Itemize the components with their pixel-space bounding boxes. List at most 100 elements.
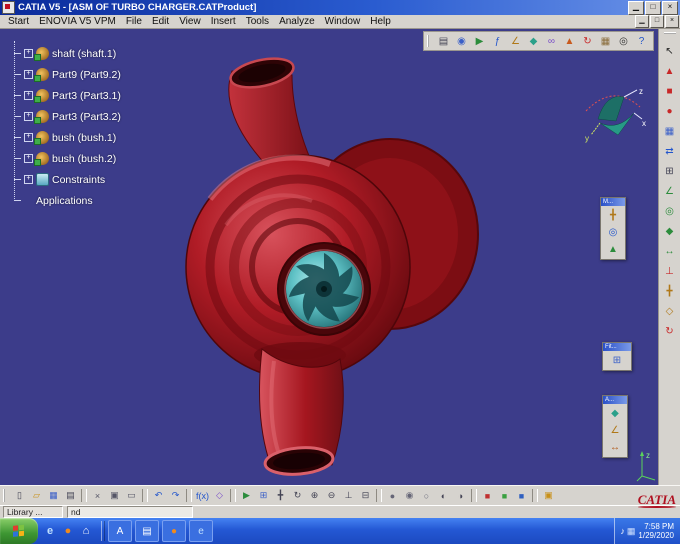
manipulation-icon[interactable]: ╋ xyxy=(662,283,678,299)
tree-item-label[interactable]: Part3 (Part3.2) xyxy=(52,111,121,123)
coincidence-constraint-icon[interactable]: ◎ xyxy=(662,203,678,219)
replace-component-icon[interactable]: ⇄ xyxy=(662,143,678,159)
offset-constraint-icon[interactable]: ↔ xyxy=(662,243,678,259)
library-status[interactable]: Library ... xyxy=(3,506,63,518)
measure-between-icon[interactable]: ∠ xyxy=(607,422,624,439)
menu-item[interactable]: Help xyxy=(365,15,396,29)
snap-icon[interactable]: ◎ xyxy=(605,224,622,241)
tree-item-label[interactable]: Part3 (Part3.1) xyxy=(52,90,121,102)
fix-component-icon[interactable]: ⊥ xyxy=(662,263,678,279)
tree-item-label[interactable]: Constraints xyxy=(52,174,105,186)
taskbar-clock[interactable]: 7:58 PM 1/29/2020 xyxy=(638,522,674,540)
tree-item[interactable]: Part3 (Part3.2) xyxy=(14,106,121,127)
tree-expander-icon[interactable] xyxy=(24,154,33,163)
shaded-view-icon[interactable]: ● xyxy=(384,488,401,504)
tree-expander-icon[interactable] xyxy=(24,133,33,142)
fly-mode-icon[interactable]: ▶ xyxy=(238,488,255,504)
new-part-icon[interactable]: ● xyxy=(662,103,678,119)
rotate-icon[interactable]: ↻ xyxy=(289,488,306,504)
redo-icon[interactable]: ↷ xyxy=(167,488,184,504)
menu-item[interactable]: View xyxy=(174,15,206,29)
swap-visible-space-icon[interactable]: ◑ xyxy=(452,488,469,504)
firefox-taskbar-icon[interactable]: ● xyxy=(162,520,186,542)
graph-tree-reordering-icon[interactable]: ⊞ xyxy=(662,163,678,179)
blue-properties-icon[interactable]: ■ xyxy=(513,488,530,504)
link-manager-icon[interactable]: ∞ xyxy=(543,33,560,50)
tree-item-label[interactable]: bush (bush.2) xyxy=(52,153,116,165)
menu-item[interactable]: Tools xyxy=(241,15,274,29)
firefox-icon[interactable]: ● xyxy=(60,523,76,539)
tree-item[interactable]: bush (bush.1) xyxy=(14,127,121,148)
wireframe-view-icon[interactable]: ○ xyxy=(418,488,435,504)
title-bar[interactable]: CATIA V5 - [ASM OF TURBO CHARGER.CATProd… xyxy=(0,0,680,15)
macro-icon[interactable]: ◇ xyxy=(211,488,228,504)
tree-expander-icon[interactable] xyxy=(24,91,33,100)
new-document-icon[interactable]: ▯ xyxy=(11,488,28,504)
new-product-icon[interactable]: ▲ xyxy=(662,63,678,79)
existing-component-icon[interactable]: ▦ xyxy=(662,123,678,139)
app-a-taskbar-icon[interactable]: A xyxy=(108,520,132,542)
red-properties-icon[interactable]: ■ xyxy=(479,488,496,504)
show-desktop-icon[interactable]: ⌂ xyxy=(78,523,94,539)
menu-item[interactable]: Insert xyxy=(206,15,241,29)
menu-item[interactable]: File xyxy=(121,15,147,29)
mdi-restore-button[interactable]: □ xyxy=(650,15,664,28)
floating-toolbar-title[interactable]: A... xyxy=(603,396,627,404)
smart-move-icon[interactable]: ▲ xyxy=(605,241,622,258)
menu-item[interactable]: Start xyxy=(3,15,34,29)
command-input[interactable]: nd xyxy=(67,506,193,518)
tree-expander-icon[interactable] xyxy=(24,49,33,58)
fly-mode-icon[interactable]: ▶ xyxy=(471,33,488,50)
menu-item[interactable]: Analyze xyxy=(274,15,320,29)
menu-item[interactable]: ENOVIA V5 VPM xyxy=(34,15,121,29)
zoom-in-icon[interactable]: ⊕ xyxy=(306,488,323,504)
volume-icon[interactable]: ♪ xyxy=(620,526,625,537)
paste-icon[interactable]: ▭ xyxy=(123,488,140,504)
tree-item[interactable]: Constraints xyxy=(14,169,121,190)
new-component-icon[interactable]: ■ xyxy=(662,83,678,99)
cut-icon[interactable]: × xyxy=(89,488,106,504)
tree-item-label[interactable]: Part9 (Part9.2) xyxy=(52,69,121,81)
open-icon[interactable]: ▱ xyxy=(28,488,45,504)
apply-material-icon[interactable]: ◆ xyxy=(607,405,624,422)
mdi-close-button[interactable]: × xyxy=(665,15,679,28)
3d-compass[interactable]: z x y xyxy=(580,85,646,143)
internet-explorer-taskbar-icon[interactable]: e xyxy=(189,520,213,542)
normal-view-icon[interactable]: ⊥ xyxy=(340,488,357,504)
fit-all-in-icon[interactable]: ⊞ xyxy=(255,488,272,504)
search-icon[interactable]: ◎ xyxy=(615,33,632,50)
viewport-3d[interactable]: shaft (shaft.1) Part9 (Part9.2) Part3 (P… xyxy=(0,29,680,485)
explode-icon[interactable]: ◇ xyxy=(662,303,678,319)
update-icon[interactable]: ↻ xyxy=(579,33,596,50)
internet-explorer-icon[interactable]: e xyxy=(42,523,58,539)
tree-item[interactable]: Part9 (Part9.2) xyxy=(14,64,121,85)
constraint-angle-icon[interactable]: ∠ xyxy=(662,183,678,199)
help-icon[interactable]: ? xyxy=(633,33,650,50)
tree-item[interactable]: Part3 (Part3.1) xyxy=(14,85,121,106)
menu-item[interactable]: Window xyxy=(320,15,366,29)
catalog-browser-icon[interactable]: ▣ xyxy=(540,488,557,504)
tree-expander-icon[interactable] xyxy=(24,70,33,79)
knowledge-formula-icon[interactable]: ƒ xyxy=(489,33,506,50)
toolbar-grip[interactable] xyxy=(427,35,432,47)
select-arrow-icon[interactable]: ↖ xyxy=(662,43,678,59)
formula-icon[interactable]: f(x) xyxy=(194,488,211,504)
copy-icon[interactable]: ▣ xyxy=(106,488,123,504)
update-all-icon[interactable]: ↻ xyxy=(662,323,678,339)
floating-toolbar-title[interactable]: M... xyxy=(601,198,625,206)
tree-expander-icon[interactable] xyxy=(24,112,33,121)
tree-item[interactable]: bush (bush.2) xyxy=(14,148,121,169)
publish-icon[interactable]: ▲ xyxy=(561,33,578,50)
start-button[interactable] xyxy=(0,518,38,544)
fit-all-in-icon[interactable]: ⊞ xyxy=(609,352,626,369)
measure-item-icon[interactable]: ↔ xyxy=(607,439,624,456)
tree-expander-icon[interactable] xyxy=(24,175,33,184)
mdi-minimize-button[interactable]: ▁ xyxy=(635,15,649,28)
apply-material-icon[interactable]: ◆ xyxy=(525,33,542,50)
measure-icon[interactable]: ∠ xyxy=(507,33,524,50)
tree-item[interactable]: shaft (shaft.1) xyxy=(14,43,121,64)
notepad-taskbar-icon[interactable]: ▤ xyxy=(135,520,159,542)
tree-item-label[interactable]: bush (bush.1) xyxy=(52,132,116,144)
save-icon[interactable]: ▦ xyxy=(45,488,62,504)
undo-icon[interactable]: ↶ xyxy=(150,488,167,504)
